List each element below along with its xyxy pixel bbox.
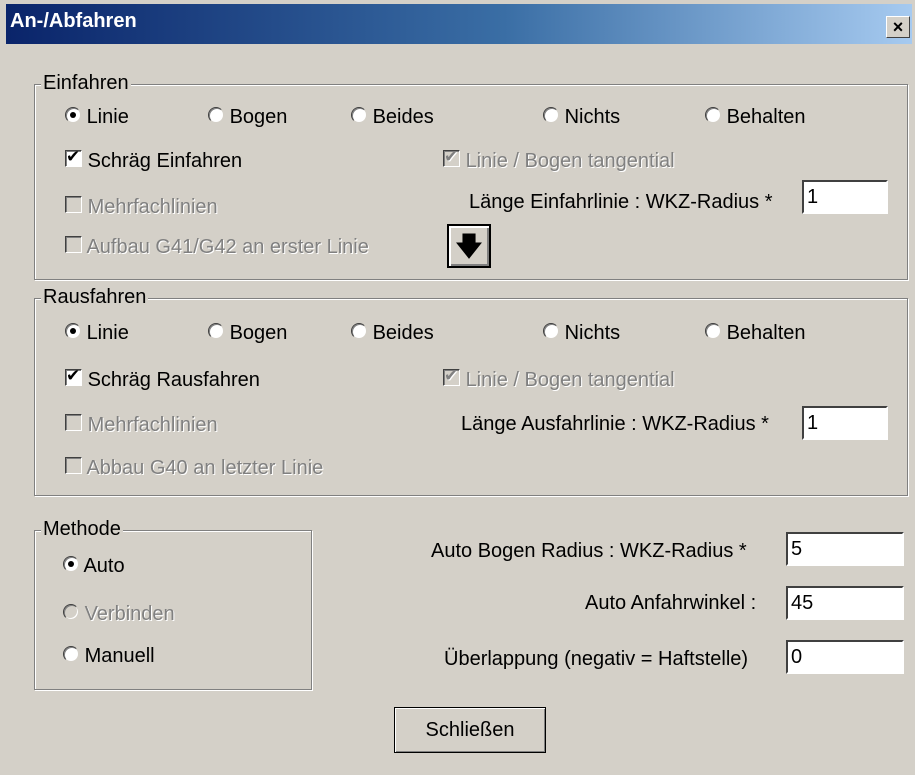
radio-dot: [208, 107, 224, 123]
checkbox-label: Schräg Rausfahren: [87, 369, 260, 391]
methode-group: Methode Auto Verbinden Manuell: [34, 518, 312, 690]
methode-radio-verbinden: Verbinden: [63, 603, 175, 626]
radio-dot: [351, 107, 367, 123]
auto-anfahrwinkel-label: Auto Anfahrwinkel :: [585, 592, 757, 614]
ueberlappung-label: Überlappung (negativ = Haftstelle): [444, 648, 749, 670]
einfahren-radio-nichts[interactable]: Nichts: [543, 106, 620, 129]
radio-dot: [63, 556, 79, 572]
einfahren-radio-bogen[interactable]: Bogen: [208, 106, 287, 129]
radio-label: Bogen: [229, 322, 288, 344]
rausfahren-tangential-checkbox: ✔ Linie / Bogen tangential: [443, 366, 675, 392]
einfahren-radio-linie[interactable]: Linie: [65, 106, 129, 129]
auto-anfahrwinkel-input[interactable]: 45: [786, 586, 904, 620]
methode-radio-auto[interactable]: Auto: [63, 555, 125, 578]
radio-label: Auto: [83, 555, 125, 577]
radio-dot: [543, 107, 559, 123]
checkbox-label: Mehrfachlinien: [87, 196, 218, 218]
radio-dot: [705, 323, 721, 339]
radio-label: Manuell: [84, 645, 155, 667]
laenge-ausfahrlinie-label: Länge Ausfahrlinie : WKZ-Radius *: [461, 413, 769, 435]
radio-label: Nichts: [564, 322, 621, 344]
rausfahren-radio-linie[interactable]: Linie: [65, 322, 129, 345]
aufbau-g41-checkbox: Aufbau G41/G42 an erster Linie: [65, 236, 369, 259]
rausfahren-mehrfachlinien-checkbox: Mehrfachlinien: [65, 414, 218, 437]
radio-label: Behalten: [726, 106, 806, 128]
rausfahren-radio-beides[interactable]: Beides: [351, 322, 434, 345]
radio-label: Linie: [86, 106, 129, 128]
radio-dot: [208, 323, 224, 339]
einfahren-tangential-checkbox: ✔ Linie / Bogen tangential: [443, 147, 675, 173]
checkbox-label: Mehrfachlinien: [87, 414, 218, 436]
laenge-einfahrlinie-input[interactable]: 1: [802, 180, 888, 214]
checkbox-label: Linie / Bogen tangential: [465, 369, 675, 391]
radio-label: Verbinden: [84, 603, 175, 625]
auto-bogen-radius-input[interactable]: 5: [786, 532, 904, 566]
checkbox-box: [65, 196, 82, 213]
radio-dot: [63, 646, 79, 662]
radio-dot: [63, 604, 79, 620]
laenge-einfahrlinie-label: Länge Einfahrlinie : WKZ-Radius *: [469, 191, 773, 213]
radio-label: Linie: [86, 322, 129, 344]
methode-legend: Methode: [41, 518, 123, 541]
radio-label: Beides: [372, 106, 434, 128]
schraeg-rausfahren-checkbox[interactable]: ✔ Schräg Rausfahren: [65, 366, 260, 392]
radio-label: Behalten: [726, 322, 806, 344]
radio-label: Beides: [372, 322, 434, 344]
checkbox-label: Abbau G40 an letzter Linie: [86, 457, 324, 479]
checkbox-box: ✔: [65, 147, 82, 167]
title-bar[interactable]: An-/Abfahren ×: [6, 4, 912, 44]
checkbox-label: Schräg Einfahren: [87, 150, 243, 172]
radio-dot: [65, 323, 81, 339]
arrow-down-icon[interactable]: 🡇: [447, 224, 491, 268]
checkbox-box: [65, 457, 82, 474]
ueberlappung-input[interactable]: 0: [786, 640, 904, 674]
abbau-g40-checkbox: Abbau G40 an letzter Linie: [65, 457, 323, 480]
radio-dot: [543, 323, 559, 339]
radio-label: Bogen: [229, 106, 288, 128]
checkbox-label: Aufbau G41/G42 an erster Linie: [86, 236, 369, 258]
schraeg-einfahren-checkbox[interactable]: ✔ Schräg Einfahren: [65, 147, 243, 173]
rausfahren-radio-bogen[interactable]: Bogen: [208, 322, 287, 345]
auto-bogen-radius-label: Auto Bogen Radius : WKZ-Radius *: [431, 540, 747, 562]
radio-dot: [65, 107, 81, 123]
rausfahren-radio-nichts[interactable]: Nichts: [543, 322, 620, 345]
methode-radio-manuell[interactable]: Manuell: [63, 645, 155, 668]
close-icon[interactable]: ×: [886, 16, 910, 38]
checkbox-label: Linie / Bogen tangential: [465, 150, 675, 172]
einfahren-radio-beides[interactable]: Beides: [351, 106, 434, 129]
checkbox-box: ✔: [443, 366, 460, 386]
radio-dot: [351, 323, 367, 339]
radio-label: Nichts: [564, 106, 621, 128]
rausfahren-group: Rausfahren Linie Bogen Beides Nichts Beh…: [34, 286, 908, 496]
rausfahren-radio-behalten[interactable]: Behalten: [705, 322, 806, 345]
checkbox-box: ✔: [65, 366, 82, 386]
dialog-window: An-/Abfahren × Einfahren Linie Bogen Bei…: [0, 0, 915, 775]
checkbox-box: [65, 414, 82, 431]
schliessen-button[interactable]: Schließen: [394, 707, 546, 753]
window-title: An-/Abfahren: [10, 10, 137, 32]
einfahren-radio-behalten[interactable]: Behalten: [705, 106, 806, 129]
einfahren-legend: Einfahren: [41, 72, 131, 95]
radio-dot: [705, 107, 721, 123]
checkbox-box: [65, 236, 82, 253]
checkbox-box: ✔: [443, 147, 460, 167]
rausfahren-legend: Rausfahren: [41, 286, 149, 309]
laenge-ausfahrlinie-input[interactable]: 1: [802, 406, 888, 440]
einfahren-mehrfachlinien-checkbox: Mehrfachlinien: [65, 196, 218, 219]
